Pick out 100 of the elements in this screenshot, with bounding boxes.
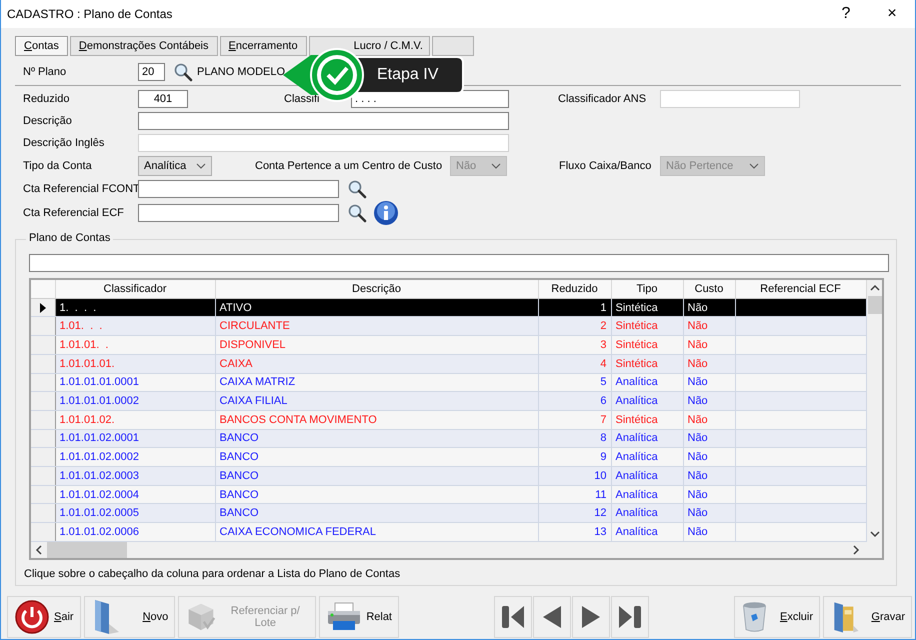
row-header-cell[interactable] [31, 354, 55, 373]
table-cell: Analítica [611, 504, 683, 523]
info-icon[interactable] [373, 200, 399, 226]
tab[interactable]: Lucro / C.M.V. [308, 36, 430, 56]
field-label: Reduzido [23, 92, 70, 104]
table-cell: Não [683, 429, 735, 448]
column-header[interactable]: Referencial ECF [735, 280, 866, 298]
callout-label: Etapa IV [377, 66, 438, 84]
table-cell: 5 [538, 373, 611, 392]
row-header-cell[interactable] [31, 504, 55, 523]
table-cell: Analítica [611, 373, 683, 392]
field-label: Cta Referencial ECF [23, 207, 125, 219]
search-icon[interactable] [173, 62, 193, 82]
chevron-down-icon [491, 162, 501, 168]
nav-button[interactable] [572, 596, 610, 638]
nav-button[interactable] [494, 596, 532, 638]
table-cell: Sintética [611, 410, 683, 430]
table-cell: Não [683, 392, 735, 410]
field-label: Fluxo Caixa/Banco [559, 160, 652, 172]
tab[interactable]: Encerramento [220, 36, 307, 56]
table-cell: 1.01. . . [55, 316, 215, 336]
table-cell: 1.01.01.01. [55, 354, 215, 373]
vertical-scrollbar[interactable] [866, 280, 882, 542]
row-header-cell[interactable] [31, 392, 55, 410]
table-cell: 9 [538, 448, 611, 467]
table-cell: Analítica [611, 522, 683, 542]
table-cell: Não [683, 298, 735, 317]
descricao-ingles-field[interactable] [138, 134, 509, 152]
search-icon[interactable] [347, 179, 367, 199]
field-label: Descrição Inglês [23, 136, 106, 148]
field-label: Cta Referencial FCONT [23, 183, 138, 195]
table-cell: Sintética [611, 316, 683, 336]
chevron-down-icon [749, 162, 759, 168]
reduzido-field[interactable]: 401 [138, 90, 188, 108]
table-cell: Não [683, 336, 735, 354]
toolbar-button[interactable]: Excluir [734, 596, 820, 638]
table-cell: 4 [538, 354, 611, 373]
field-label: Tipo da Conta [23, 160, 93, 172]
column-header[interactable]: Reduzido [538, 280, 611, 298]
tab[interactable] [432, 36, 474, 56]
table-cell: BANCO [215, 429, 538, 448]
nav-button[interactable] [533, 596, 571, 638]
descricao-field[interactable] [138, 112, 509, 130]
table-cell: CIRCULANTE [215, 316, 538, 336]
table-cell: BANCO [215, 504, 538, 523]
tipo-dropdown[interactable]: Analítica [138, 156, 212, 176]
table-cell: Não [683, 448, 735, 467]
column-header[interactable]: Custo [683, 280, 735, 298]
table-cell: 8 [538, 429, 611, 448]
scrollbar-thumb[interactable] [868, 296, 882, 314]
row-header-cell[interactable] [31, 522, 55, 542]
row-header-cell[interactable] [31, 448, 55, 467]
hint-text: Clique sobre o cabeçalho da coluna para ordenar a Lista do Plano de Contas [24, 568, 402, 580]
table-cell: CAIXA ECONOMICA FEDERAL [215, 522, 538, 542]
tab[interactable]: Contas [15, 36, 68, 56]
table-cell: Não [683, 485, 735, 504]
row-header-cell[interactable] [31, 316, 55, 336]
table-cell: BANCO [215, 466, 538, 486]
toolbar-button[interactable]: Gravar [823, 596, 912, 638]
table-cell: 1. . . . [55, 298, 215, 317]
fcont-field[interactable] [138, 180, 339, 198]
row-header-cell[interactable] [31, 336, 55, 354]
table-cell: 12 [538, 504, 611, 523]
plano-field[interactable]: 20 [138, 63, 165, 81]
table-cell: 11 [538, 485, 611, 504]
row-header-cell[interactable] [31, 485, 55, 504]
close-button[interactable]: × [869, 0, 915, 28]
chevron-down-icon [196, 162, 206, 168]
table-cell: Analítica [611, 392, 683, 410]
row-header-cell[interactable] [31, 298, 55, 317]
column-header[interactable]: Classificador [55, 280, 215, 298]
nav-button[interactable] [611, 596, 649, 638]
tab[interactable]: Demonstrações Contábeis [70, 36, 218, 56]
row-header-cell[interactable] [31, 429, 55, 448]
search-icon[interactable] [347, 203, 367, 223]
table-cell: 1 [538, 298, 611, 317]
table-cell: DISPONIVEL [215, 336, 538, 354]
table-cell: 6 [538, 392, 611, 410]
toolbar-button[interactable]: Sair [7, 596, 81, 638]
table-cell: Sintética [611, 336, 683, 354]
column-header[interactable]: Descrição [215, 280, 538, 298]
table-cell: 1.01.01.02.0006 [55, 522, 215, 542]
classificador-ans-field[interactable] [660, 90, 800, 108]
table-cell: ATIVO [215, 298, 538, 317]
scrollbar-thumb[interactable] [47, 542, 127, 558]
table-cell: CAIXA [215, 354, 538, 373]
table-cell: Analítica [611, 466, 683, 486]
toolbar-button[interactable]: Relat [319, 596, 399, 638]
ecf-field[interactable] [138, 204, 339, 222]
help-button[interactable]: ? [823, 0, 869, 28]
horizontal-scrollbar[interactable] [31, 542, 882, 558]
search-field[interactable] [29, 254, 889, 272]
column-header[interactable]: Tipo [611, 280, 683, 298]
row-header-cell[interactable] [31, 466, 55, 486]
row-header-cell[interactable] [31, 373, 55, 392]
table-cell: 7 [538, 410, 611, 430]
table-cell: Sintética [611, 354, 683, 373]
toolbar-button[interactable]: Novo [84, 596, 176, 638]
table-cell: Não [683, 354, 735, 373]
row-header-cell[interactable] [31, 410, 55, 430]
